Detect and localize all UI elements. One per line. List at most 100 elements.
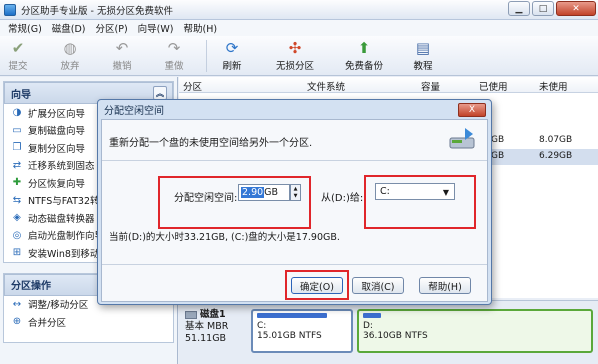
cell-free: 6.29GB: [539, 151, 573, 161]
window-title: 分区助手专业版 - 无损分区免费软件: [21, 5, 173, 17]
cancel-button[interactable]: 取消(C): [352, 277, 404, 294]
partition-letter: C:: [257, 321, 267, 331]
down-arrow-icon: ▼: [293, 192, 298, 199]
disk-type: 基本 MBR: [185, 321, 229, 332]
cd-icon: ◎: [12, 229, 22, 241]
commit-button[interactable]: ✔ 提交: [8, 38, 28, 72]
refresh-label: 刷新: [222, 61, 242, 72]
dialog-description: 重新分配一个盘的未使用空间给另外一个分区.: [109, 138, 313, 149]
size-input[interactable]: 2.90 GB: [238, 184, 290, 201]
partition-c[interactable]: C: 15.01GB NTFS: [251, 309, 353, 353]
dialog-body: 重新分配一个盘的未使用空间给另外一个分区. 分配空闲空间: 2.90 GB ▲ …: [101, 119, 488, 302]
op-item-merge[interactable]: ⊕ 合并分区: [4, 313, 173, 331]
merge-icon: ⊕: [12, 316, 22, 328]
windows-icon: ⊞: [12, 247, 22, 259]
tutorial-label: 教程: [413, 61, 433, 72]
wizard-item-label: 迁移系统到固态: [28, 161, 95, 173]
col-free[interactable]: 未使用: [539, 79, 568, 93]
from-select-value: C:: [380, 186, 390, 197]
puzzle-icon: ✣: [288, 39, 302, 57]
wizard-item-label: 启动光盘制作向导: [28, 231, 105, 243]
usage-bar: [363, 313, 381, 318]
col-filesystem[interactable]: 文件系统: [307, 79, 345, 93]
col-used[interactable]: 已使用: [479, 79, 508, 93]
lossless-label: 无损分区: [276, 61, 315, 72]
tutorial-button[interactable]: ▤ 教程: [413, 38, 433, 72]
disk-label[interactable]: 磁盘1 基本 MBR 51.11GB: [185, 309, 247, 355]
disk-map: 磁盘1 基本 MBR 51.11GB C: 15.01GB NTFS D: 36…: [179, 300, 598, 364]
recovery-icon: ✚: [12, 177, 22, 189]
maximize-button[interactable]: □: [532, 1, 554, 16]
wizard-item-label: 复制分区向导: [28, 143, 86, 155]
migrate-icon: ⇄: [12, 159, 22, 171]
partition-letter: D:: [363, 321, 373, 331]
refresh-icon: ⟳: [225, 39, 239, 57]
extend-icon: ◑: [12, 107, 22, 119]
toolbar-separator: [206, 40, 207, 72]
col-capacity[interactable]: 容量: [421, 79, 440, 93]
dialog-close-button[interactable]: X: [458, 103, 486, 117]
refresh-button[interactable]: ⟳ 刷新: [222, 38, 242, 72]
menu-partition[interactable]: 分区(P): [91, 21, 133, 35]
cell-used: GB: [491, 135, 505, 145]
redo-icon: ↷: [167, 39, 181, 57]
discard-icon: ◍: [63, 39, 77, 57]
menu-wizard[interactable]: 向导(W): [133, 21, 179, 35]
op-item-label: 合并分区: [28, 317, 67, 329]
wizard-item-label: 扩展分区向导: [28, 108, 86, 120]
discard-button[interactable]: ◍ 放弃: [60, 38, 80, 72]
wizard-item-label: 复制磁盘向导: [28, 126, 86, 138]
cell-used: GB: [491, 151, 505, 161]
lossless-partition-button[interactable]: ✣ 无损分区: [276, 38, 314, 72]
ok-button[interactable]: 确定(O): [291, 277, 343, 294]
commit-label: 提交: [8, 61, 28, 72]
allocate-space-dialog: 分配空闲空间 X 重新分配一个盘的未使用空间给另外一个分区. 分配空闲空间: 2…: [97, 99, 492, 305]
dynamic-disk-icon: ◈: [13, 212, 21, 224]
wizard-item-label: 动态磁盘转换器: [28, 213, 95, 225]
app-icon: [4, 3, 16, 16]
book-icon: ▤: [415, 39, 431, 57]
backup-icon: ⬆: [357, 39, 371, 57]
copy-icon: ❐: [12, 142, 22, 154]
cell-free: 8.07GB: [539, 135, 573, 145]
redo-button[interactable]: ↷ 重做: [164, 38, 184, 72]
menu-disk[interactable]: 磁盘(D): [47, 21, 91, 35]
free-backup-button[interactable]: ⬆ 免费备份: [345, 38, 383, 72]
ops-panel-title: 分区操作: [11, 281, 51, 292]
check-icon: ✔: [11, 39, 25, 57]
size-unit: GB: [264, 187, 279, 198]
undo-button[interactable]: ↶ 撤销: [112, 38, 132, 72]
minimize-button[interactable]: ▁: [508, 1, 530, 16]
table-header: 分区 文件系统 容量 已使用 未使用: [179, 77, 598, 93]
dialog-title: 分配空闲空间: [104, 106, 164, 117]
size-spinner[interactable]: ▲ ▼: [290, 184, 301, 201]
from-label: 从(D:)给:: [321, 193, 364, 204]
menu-bar: 常规(G) 磁盘(D) 分区(P) 向导(W) 帮助(H): [0, 20, 598, 36]
partition-info: 15.01GB NTFS: [257, 331, 322, 341]
redo-label: 重做: [164, 61, 184, 72]
backup-label: 免费备份: [345, 61, 384, 72]
menu-help[interactable]: 帮助(H): [178, 21, 222, 35]
menu-general[interactable]: 常规(G): [3, 21, 47, 35]
discard-label: 放弃: [60, 61, 80, 72]
collapse-icon[interactable]: ︽: [153, 86, 167, 100]
usage-bar: [257, 313, 328, 318]
close-button[interactable]: ✕: [556, 1, 596, 16]
dialog-divider: [102, 160, 487, 161]
col-partition[interactable]: 分区: [183, 79, 202, 93]
disk-icon: ▭: [12, 124, 22, 136]
op-item-label: 调整/移动分区: [28, 300, 89, 312]
help-button[interactable]: 帮助(H): [419, 277, 471, 294]
disk-icon: [185, 311, 197, 319]
partition-d[interactable]: D: 36.10GB NTFS: [357, 309, 593, 353]
chevron-down-icon: ▼: [442, 188, 449, 197]
disk-name: 磁盘1: [200, 309, 226, 320]
disk-arrow-icon: [449, 128, 475, 149]
undo-label: 撤销: [112, 61, 132, 72]
size-info-text: 当前(D:)的大小时33.21GB, (C:)盘的大小是17.90GB.: [109, 232, 340, 243]
size-label: 分配空闲空间:: [174, 193, 238, 204]
title-bar: 分区助手专业版 - 无损分区免费软件 ▁ □ ✕: [0, 0, 598, 20]
from-partition-select[interactable]: C: ▼: [375, 183, 455, 200]
convert-icon: ⇆: [12, 194, 22, 206]
wizard-item-label: 分区恢复向导: [28, 178, 86, 190]
